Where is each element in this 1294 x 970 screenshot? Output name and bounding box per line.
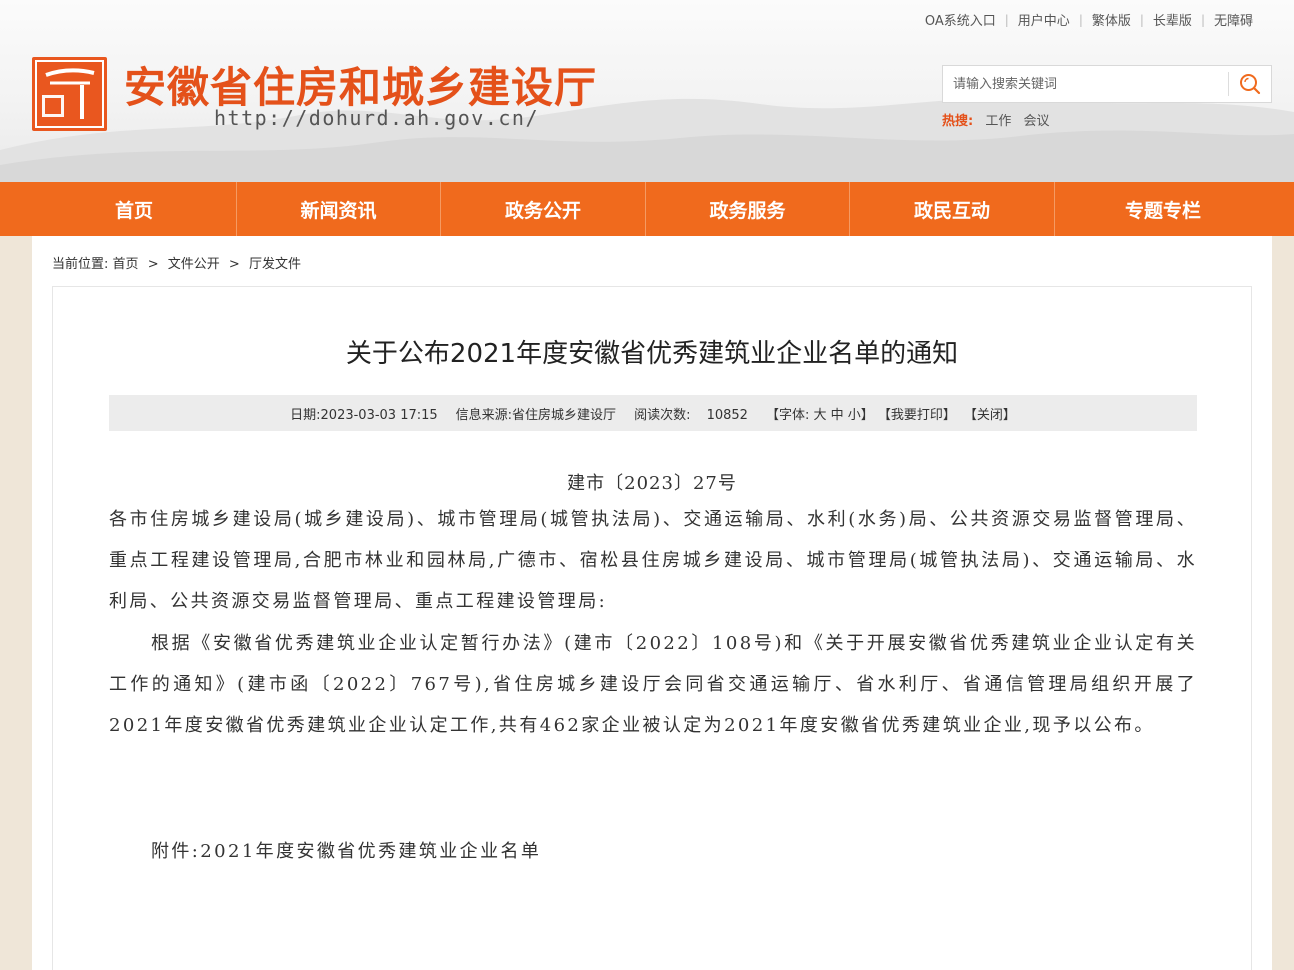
breadcrumb-separator: >: [147, 257, 159, 272]
attachment-link[interactable]: 附件:2021年度安徽省优秀建筑业企业名单: [109, 831, 1197, 872]
read-count-value: 10852: [706, 407, 748, 423]
breadcrumb-file-public[interactable]: 文件公开: [168, 257, 220, 272]
top-links: OA系统入口 | 用户中心 | 繁体版 | 长辈版 | 无障碍: [916, 10, 1262, 30]
site-url: http://dohurd.ah.gov.cn/: [214, 106, 539, 130]
document-number: 建市〔2023〕27号: [567, 473, 737, 494]
breadcrumb-dept-docs[interactable]: 厅发文件: [249, 257, 301, 272]
article-meta-bar: 日期:2023-03-03 17:15 信息来源:省住房城乡建设厅 阅读次数: …: [109, 395, 1197, 431]
site-header: OA系统入口 | 用户中心 | 繁体版 | 长辈版 | 无障碍 安徽省住房和城乡…: [0, 0, 1294, 182]
info-source: 信息来源:省住房城乡建设厅: [455, 407, 617, 423]
hot-search: 热搜: 工作 会议: [942, 110, 1050, 129]
main-nav: 首页 新闻资讯 政务公开 政务服务 政民互动 专题专栏: [0, 182, 1294, 236]
elder-version-link[interactable]: 长辈版: [1144, 10, 1201, 29]
breadcrumb-home[interactable]: 首页: [113, 257, 139, 272]
nav-item-interaction[interactable]: 政民互动: [850, 182, 1055, 236]
article-title: 关于公布2021年度安徽省优秀建筑业企业名单的通知: [345, 339, 959, 369]
search-icon: [1240, 74, 1261, 95]
oa-entry-link[interactable]: OA系统入口: [916, 10, 1005, 29]
read-count-label: 阅读次数:: [634, 407, 691, 423]
nav-item-news[interactable]: 新闻资讯: [237, 182, 441, 236]
font-size-controls: 【字体: 大 中 小】: [766, 404, 874, 423]
breadcrumb: 当前位置: 首页 > 文件公开 > 厅发文件: [52, 253, 301, 272]
user-center-link[interactable]: 用户中心: [1009, 10, 1079, 29]
article: 关于公布2021年度安徽省优秀建筑业企业名单的通知 日期:2023-03-03 …: [52, 286, 1252, 970]
font-size-medium-button[interactable]: 中: [831, 408, 844, 423]
nav-item-home[interactable]: 首页: [32, 182, 237, 236]
read-count: 阅读次数: 10852: [634, 404, 748, 423]
breadcrumb-label: 当前位置:: [52, 257, 109, 272]
print-button[interactable]: 【我要打印】: [878, 404, 956, 423]
hot-search-label: 热搜:: [942, 114, 974, 129]
font-size-small-button[interactable]: 小】: [848, 408, 874, 423]
nav-item-special[interactable]: 专题专栏: [1055, 182, 1271, 236]
search-button[interactable]: [1229, 66, 1271, 102]
font-size-large-button[interactable]: 大: [813, 408, 826, 423]
content-panel: 当前位置: 首页 > 文件公开 > 厅发文件 关于公布2021年度安徽省优秀建筑…: [32, 236, 1272, 970]
breadcrumb-separator: >: [228, 257, 240, 272]
traditional-chinese-link[interactable]: 繁体版: [1083, 10, 1140, 29]
close-button[interactable]: 【关闭】: [964, 404, 1016, 423]
recipients-paragraph: 各市住房城乡建设局(城乡建设局)、城市管理局(城管执法局)、交通运输局、水利(水…: [109, 509, 1197, 612]
accessibility-link[interactable]: 无障碍: [1205, 10, 1262, 29]
font-size-label: 【字体:: [765, 407, 810, 423]
search-box: [942, 65, 1272, 103]
search-input[interactable]: [943, 66, 1228, 102]
site-logo[interactable]: [32, 57, 107, 131]
body-paragraph: 根据《安徽省优秀建筑业企业认定暂行办法》(建市〔2022〕108号)和《关于开展…: [109, 633, 1197, 736]
hot-search-item[interactable]: 会议: [1024, 114, 1050, 129]
nav-item-gov-open[interactable]: 政务公开: [441, 182, 646, 236]
nav-item-gov-service[interactable]: 政务服务: [646, 182, 850, 236]
hot-search-item[interactable]: 工作: [985, 114, 1011, 129]
publish-date: 日期:2023-03-03 17:15: [290, 407, 438, 423]
logo-icon: [35, 60, 104, 128]
